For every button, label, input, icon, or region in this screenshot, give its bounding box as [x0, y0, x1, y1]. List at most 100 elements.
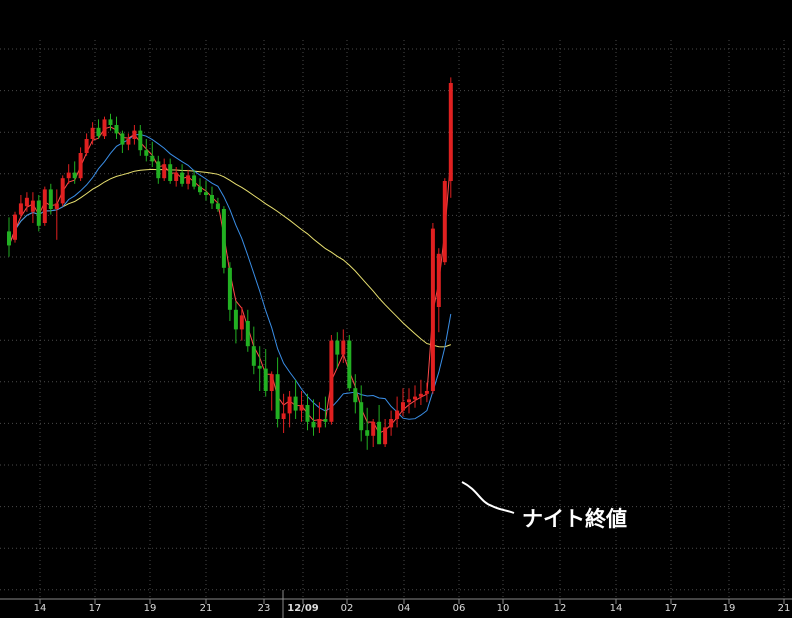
candle-body	[221, 209, 226, 268]
candle	[347, 335, 352, 391]
candle-body	[96, 127, 101, 137]
candle-body	[263, 368, 268, 391]
candle-body	[102, 119, 107, 137]
plot-background	[0, 0, 792, 618]
candle-body	[448, 83, 453, 181]
candle-body	[227, 267, 232, 310]
x-tick-label: 12/09	[287, 603, 319, 614]
candle-body	[371, 421, 376, 436]
x-tick-label: 14	[34, 603, 47, 614]
candle-body	[215, 203, 220, 209]
candle-body	[90, 127, 95, 139]
candle-body	[204, 192, 208, 195]
candle-body	[442, 181, 447, 263]
x-tick-label: 06	[453, 603, 466, 614]
candle-body	[36, 200, 41, 226]
x-tick-label: 17	[665, 603, 678, 614]
candle-body	[174, 172, 179, 181]
candle	[430, 223, 435, 394]
candle-body	[353, 388, 358, 403]
candle-body	[72, 172, 77, 179]
candle-body	[114, 125, 119, 134]
x-tick-label: 21	[200, 603, 213, 614]
x-tick-label: 23	[258, 603, 271, 614]
candle-body	[317, 419, 322, 428]
candle-body	[299, 405, 304, 411]
candle-body	[66, 172, 71, 179]
candle	[13, 211, 17, 243]
candle-body	[418, 393, 423, 397]
x-tick-label: 04	[398, 603, 411, 614]
candle-body	[198, 186, 202, 193]
candle-body	[323, 419, 328, 422]
candle-body	[42, 189, 47, 223]
candle-body	[257, 365, 262, 369]
candle	[60, 175, 65, 207]
candle-body	[424, 391, 429, 394]
candle-body	[13, 214, 17, 240]
x-tick-label: 10	[497, 603, 510, 614]
candle-body	[144, 150, 149, 156]
candle-body	[395, 410, 400, 419]
x-tick-label: 12	[554, 603, 567, 614]
candle-body	[413, 396, 417, 400]
candle-body	[192, 175, 197, 187]
candle-body	[389, 419, 394, 428]
candle-body	[210, 195, 214, 204]
candle-body	[275, 374, 280, 419]
x-tick-label: 02	[341, 603, 354, 614]
candle	[42, 186, 47, 226]
candle-body	[120, 133, 125, 145]
candle-body	[168, 164, 173, 181]
candle-body	[287, 396, 292, 414]
candle-body	[436, 253, 441, 307]
candle-body	[239, 315, 244, 330]
candle-body	[132, 130, 137, 139]
candle-body	[30, 200, 35, 212]
candle-body	[245, 321, 250, 347]
candle	[448, 77, 453, 198]
candle-body	[60, 178, 65, 204]
candle-body	[311, 421, 316, 428]
candle-body	[401, 402, 405, 411]
candle-body	[383, 427, 388, 445]
x-tick-label: 17	[89, 603, 102, 614]
candle-body	[293, 396, 298, 411]
candle-body	[48, 189, 53, 209]
candle-body	[84, 139, 89, 153]
x-tick-label: 19	[723, 603, 736, 614]
candle-body	[269, 374, 274, 391]
candle-body	[233, 309, 238, 330]
x-tick-label: 14	[610, 603, 623, 614]
candle-body	[78, 153, 83, 179]
candle	[442, 178, 447, 265]
annotation-label: ナイト終値	[522, 507, 627, 531]
candle-body	[150, 155, 155, 162]
candle-body	[359, 402, 364, 431]
candle-body	[108, 119, 113, 125]
candlestick-chart: 14 17 19 21 23 12/09 02 04 06 10 12 14 17 19 21 ナイト終値	[0, 0, 792, 618]
candle-body	[305, 405, 310, 422]
candle-body	[430, 228, 435, 391]
candle-body	[138, 130, 143, 151]
candle-body	[281, 413, 286, 419]
candle-body	[24, 197, 29, 207]
candle-body	[341, 340, 346, 355]
candle-body	[162, 164, 167, 179]
candle	[329, 335, 334, 425]
candle-body	[186, 175, 191, 184]
candle-body	[156, 161, 161, 179]
candle-body	[407, 399, 411, 403]
candle-body	[365, 430, 370, 436]
x-tick-label: 19	[144, 603, 157, 614]
candle-body	[126, 139, 131, 145]
candle-body	[347, 340, 352, 389]
candle-body	[7, 231, 11, 246]
candle-body	[54, 203, 59, 209]
x-tick-label: 21	[778, 603, 791, 614]
candle-body	[18, 203, 23, 215]
candle-body	[180, 172, 185, 184]
candle-body	[377, 421, 382, 445]
candle-body	[329, 340, 334, 422]
candle	[102, 116, 107, 139]
